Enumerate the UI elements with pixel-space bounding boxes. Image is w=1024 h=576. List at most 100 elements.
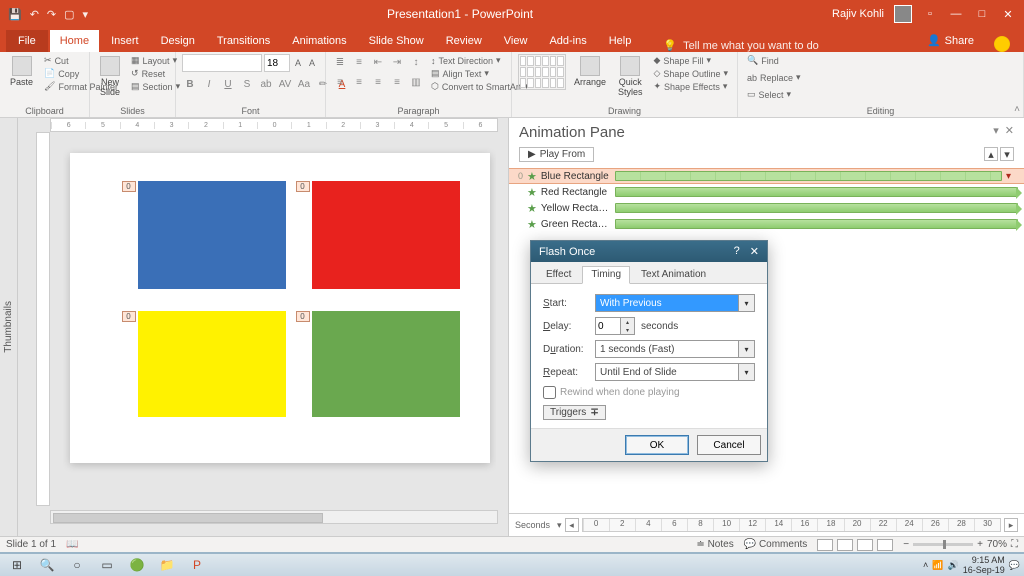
rect-shape[interactable]	[312, 181, 460, 289]
repeat-dropdown[interactable]: Until End of Slide▾	[595, 363, 755, 381]
search-icon[interactable]: 🔍	[34, 555, 60, 575]
powerpoint-icon[interactable]: P	[184, 555, 210, 575]
pane-options-icon[interactable]: ▾	[993, 124, 999, 141]
reset-button[interactable]: ↺ Reset	[128, 67, 183, 80]
arrange-button[interactable]: Arrange	[570, 54, 610, 89]
tab-file[interactable]: File	[6, 30, 48, 52]
redo-icon[interactable]: ↷	[47, 8, 56, 21]
tab-insert[interactable]: Insert	[101, 30, 149, 52]
comments-button[interactable]: 💬 Comments	[744, 539, 808, 550]
spellcheck-icon[interactable]: 📖	[66, 539, 78, 550]
strike-icon[interactable]: S	[239, 76, 255, 92]
timeline-next-icon[interactable]: ▸	[1004, 518, 1018, 532]
view-sorter-icon[interactable]	[837, 539, 853, 551]
columns-icon[interactable]: ▥	[408, 74, 424, 90]
tab-transitions[interactable]: Transitions	[207, 30, 280, 52]
thumbnails-strip[interactable]: Thumbnails	[0, 118, 18, 536]
shrink-font-icon[interactable]: A	[306, 54, 318, 72]
horizontal-scrollbar[interactable]	[50, 510, 498, 524]
chrome-icon[interactable]: 🟢	[124, 555, 150, 575]
animation-row[interactable]: ★Yellow Rectan...	[509, 200, 1024, 216]
volume-icon[interactable]: 🔊	[948, 560, 959, 571]
pane-close-icon[interactable]: ✕	[1005, 124, 1014, 141]
zoom-in-icon[interactable]: +	[977, 539, 983, 550]
task-view-icon[interactable]: ▭	[94, 555, 120, 575]
italic-icon[interactable]: I	[201, 76, 217, 92]
triggers-button[interactable]: Triggers ∓	[543, 405, 606, 420]
animation-tag[interactable]: 0	[296, 311, 310, 322]
close-icon[interactable]: ✕	[1000, 8, 1016, 21]
slide[interactable]: 0000	[70, 153, 490, 463]
wifi-icon[interactable]: 📶	[932, 560, 943, 571]
tab-addins[interactable]: Add-ins	[539, 30, 596, 52]
explorer-icon[interactable]: 📁	[154, 555, 180, 575]
notes-button[interactable]: ≐ Notes	[696, 539, 733, 550]
timeline-ruler[interactable]: 024681012141618202224262830	[582, 518, 1001, 532]
indent-inc-icon[interactable]: ⇥	[389, 54, 405, 70]
tell-me[interactable]: 💡 Tell me what you want to do	[663, 39, 818, 52]
qat-more-icon[interactable]: ▾	[83, 8, 89, 21]
ok-button[interactable]: OK	[625, 435, 689, 455]
animation-tag[interactable]: 0	[122, 181, 136, 192]
undo-icon[interactable]: ↶	[30, 8, 39, 21]
row-menu-icon[interactable]: ▾	[1006, 171, 1018, 182]
tab-review[interactable]: Review	[436, 30, 492, 52]
dialog-close-icon[interactable]: ✕	[750, 245, 759, 258]
play-from-button[interactable]: ▶ Play From	[519, 147, 594, 162]
start-dropdown[interactable]: With Previous▾	[595, 294, 755, 312]
dialog-title-bar[interactable]: Flash Once ? ✕	[531, 241, 767, 262]
align-center-icon[interactable]: ≡	[351, 74, 367, 90]
avatar[interactable]	[894, 5, 912, 23]
replace-button[interactable]: ab Replace ▾	[744, 71, 804, 84]
maximize-icon[interactable]: □	[974, 8, 990, 20]
duration-dropdown[interactable]: 1 seconds (Fast)▾	[595, 340, 755, 358]
cancel-button[interactable]: Cancel	[697, 435, 761, 455]
slide-canvas-wrapper[interactable]: 0000	[63, 143, 496, 506]
collapse-ribbon-icon[interactable]: ˄	[1014, 104, 1020, 115]
slide-count[interactable]: Slide 1 of 1	[6, 539, 56, 550]
quick-styles-button[interactable]: Quick Styles	[614, 54, 647, 99]
zoom-control[interactable]: − + 70% ⛶	[903, 539, 1018, 550]
start-button[interactable]: ⊞	[4, 555, 30, 575]
zoom-out-icon[interactable]: −	[903, 539, 909, 550]
cortana-icon[interactable]: ○	[64, 555, 90, 575]
font-size-input[interactable]	[264, 54, 290, 72]
feedback-icon[interactable]	[994, 36, 1010, 52]
animation-row[interactable]: ★Red Rectangle	[509, 184, 1024, 200]
indent-dec-icon[interactable]: ⇤	[370, 54, 386, 70]
tab-animations[interactable]: Animations	[282, 30, 356, 52]
timeline-prev-icon[interactable]: ◂	[565, 518, 579, 532]
animation-row[interactable]: 0★Blue Rectangle▾	[509, 168, 1024, 184]
animation-row[interactable]: ★Green Rectan...	[509, 216, 1024, 232]
bold-icon[interactable]: B	[182, 76, 198, 92]
tab-view[interactable]: View	[494, 30, 538, 52]
delay-spinner[interactable]: ▴▾	[595, 317, 635, 335]
find-button[interactable]: 🔍 Find	[744, 54, 782, 67]
share-button[interactable]: 👤 Share	[917, 29, 984, 52]
delay-input[interactable]	[596, 318, 620, 334]
spin-up-icon[interactable]: ▴	[621, 318, 634, 326]
align-right-icon[interactable]: ≡	[370, 74, 386, 90]
spacing-icon[interactable]: AV	[277, 76, 293, 92]
rect-shape[interactable]	[138, 311, 286, 417]
tab-slideshow[interactable]: Slide Show	[359, 30, 434, 52]
fit-icon[interactable]: ⛶	[1011, 539, 1018, 550]
line-spacing-icon[interactable]: ↕	[408, 54, 424, 70]
move-up-icon[interactable]: ▴	[984, 147, 998, 161]
rect-shape[interactable]	[312, 311, 460, 417]
tab-home[interactable]: Home	[50, 30, 99, 52]
clock[interactable]: 9:15 AM 16-Sep-19	[963, 555, 1005, 575]
dialog-tab-text[interactable]: Text Animation	[632, 266, 715, 283]
grow-font-icon[interactable]: A	[292, 54, 304, 72]
animation-tag[interactable]: 0	[122, 311, 136, 322]
zoom-slider[interactable]	[913, 543, 973, 546]
tab-design[interactable]: Design	[151, 30, 205, 52]
rect-shape[interactable]	[138, 181, 286, 289]
dialog-help-icon[interactable]: ?	[734, 245, 740, 258]
font-name-input[interactable]	[182, 54, 262, 72]
user-name[interactable]: Rajiv Kohli	[832, 8, 884, 20]
align-left-icon[interactable]: ≡	[332, 74, 348, 90]
shadow-icon[interactable]: ab	[258, 76, 274, 92]
save-icon[interactable]: 💾	[8, 8, 22, 21]
justify-icon[interactable]: ≡	[389, 74, 405, 90]
